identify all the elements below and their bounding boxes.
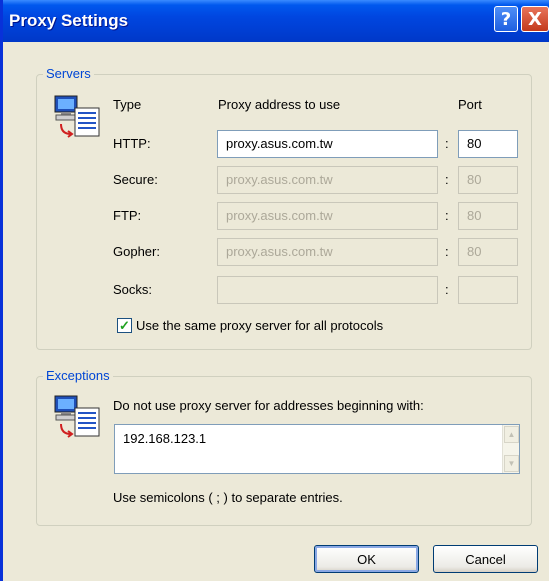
http-address-input[interactable]: proxy.asus.com.tw [217,130,438,158]
socks-colon: : [445,282,449,297]
ftp-port-input[interactable]: 80 [458,202,518,230]
servers-legend: Servers [43,66,94,81]
socks-port-input[interactable] [458,276,518,304]
ftp-colon: : [445,208,449,223]
window-title: Proxy Settings [9,11,129,30]
proxy-settings-dialog: Proxy Settings ? X Servers Type Proxy ad… [0,0,549,581]
checkmark-icon: ✓ [119,318,130,333]
exceptions-hint: Use semicolons ( ; ) to separate entries… [113,490,343,505]
http-label: HTTP: [113,136,151,151]
type-header: Type [113,97,142,112]
exceptions-value: 192.168.123.1 [123,431,207,446]
exceptions-legend: Exceptions [43,368,113,383]
http-colon: : [445,136,449,151]
exceptions-description: Do not use proxy server for addresses be… [113,398,424,413]
exceptions-scrollbar[interactable]: ▲ ▼ [502,425,519,473]
scroll-down-icon[interactable]: ▼ [504,455,519,472]
secure-port-input[interactable]: 80 [458,166,518,194]
gopher-colon: : [445,244,449,259]
cancel-button[interactable]: Cancel [433,545,538,573]
secure-label: Secure: [113,172,158,187]
socks-label: Socks: [113,282,153,297]
secure-address-input[interactable]: proxy.asus.com.tw [217,166,438,194]
network-computer-icon [54,95,100,138]
title-bar[interactable]: Proxy Settings ? X [3,0,549,42]
network-computer-icon [54,395,100,438]
address-header: Proxy address to use [218,97,341,112]
scroll-up-icon[interactable]: ▲ [504,426,519,443]
secure-colon: : [445,172,449,187]
ok-button[interactable]: OK [314,545,419,573]
exceptions-textarea[interactable]: 192.168.123.1 ▲ ▼ [114,424,520,474]
close-button[interactable]: X [521,6,549,32]
gopher-label: Gopher: [113,244,160,259]
socks-address-input[interactable] [217,276,438,304]
port-header: Port [458,97,482,112]
help-button[interactable]: ? [494,6,518,32]
ftp-address-input[interactable]: proxy.asus.com.tw [217,202,438,230]
ftp-label: FTP: [113,208,142,223]
http-port-input[interactable]: 80 [458,130,518,158]
same-proxy-label[interactable]: Use the same proxy server for all protoc… [136,318,383,333]
gopher-port-input[interactable]: 80 [458,238,518,266]
gopher-address-input[interactable]: proxy.asus.com.tw [217,238,438,266]
same-proxy-checkbox[interactable]: ✓ [117,318,132,333]
